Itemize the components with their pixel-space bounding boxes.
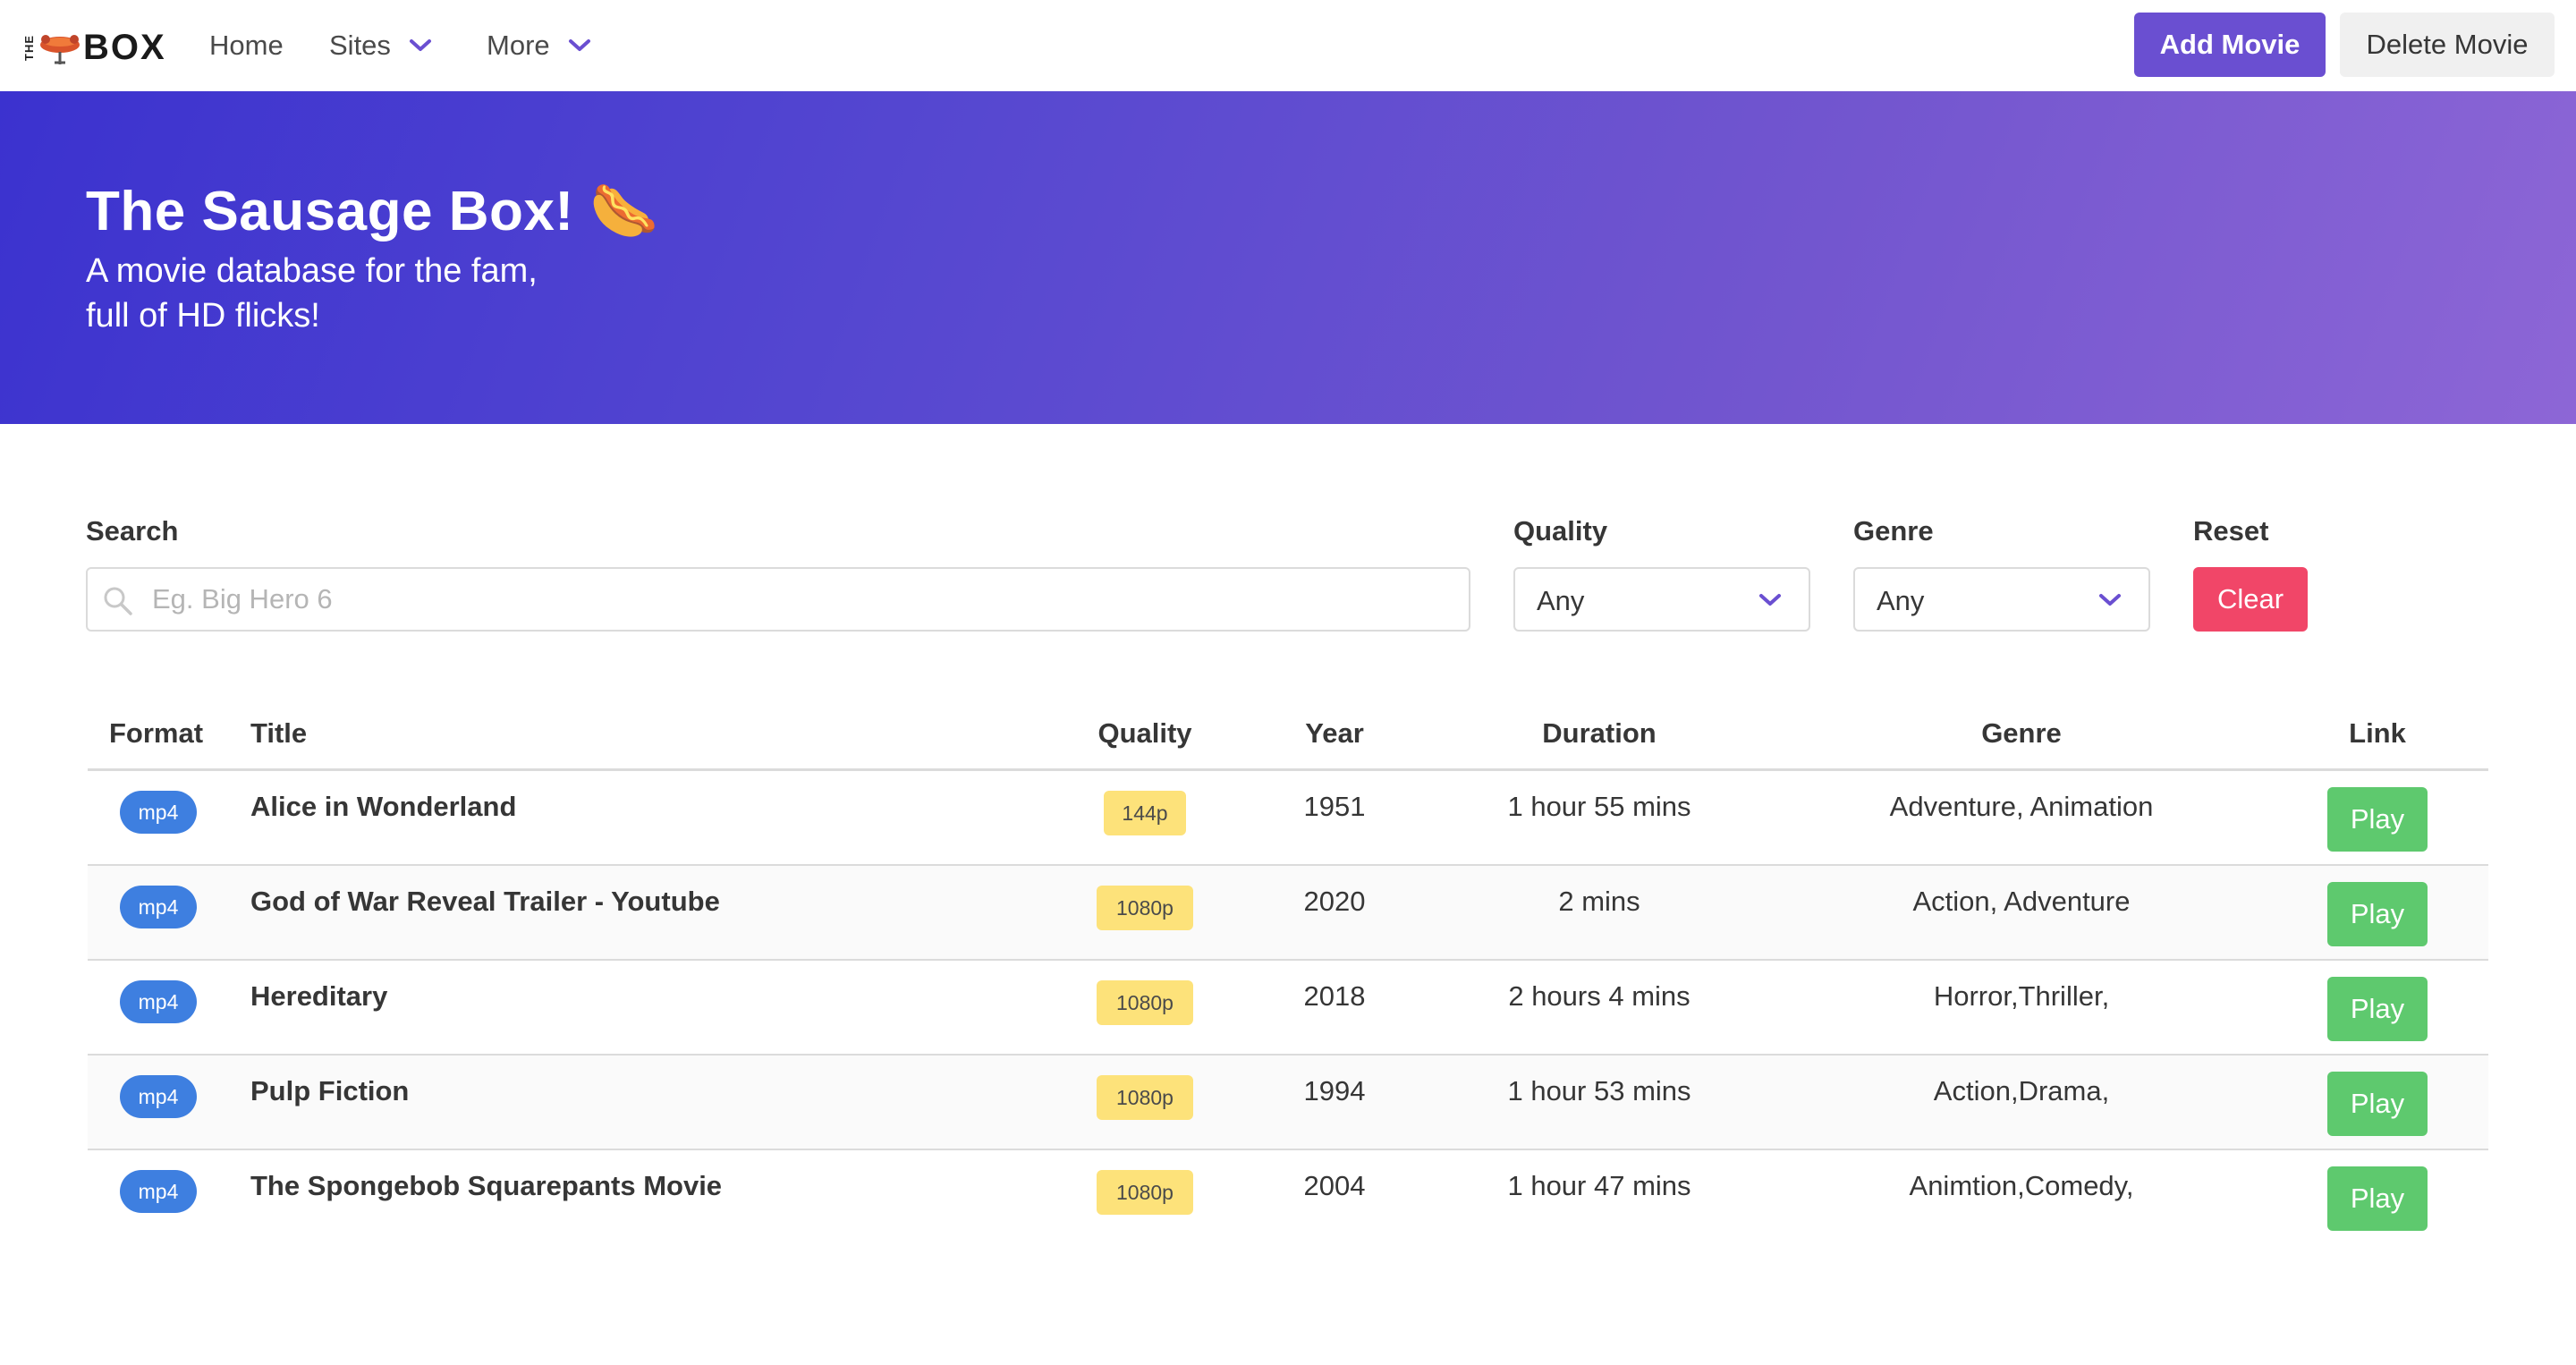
quality-select[interactable]: Any [1513, 567, 1810, 632]
header-format: Format [109, 717, 204, 749]
quality-select-value: Any [1537, 585, 1585, 616]
movie-year: 2020 [1303, 886, 1366, 917]
movie-title: The Spongebob Squarepants Movie [250, 1170, 723, 1201]
sausage-logo-icon [40, 35, 80, 64]
format-tag: mp4 [120, 1170, 197, 1213]
format-tag: mp4 [120, 1075, 197, 1118]
clear-button[interactable]: Clear [2193, 567, 2308, 632]
quality-tag: 1080p [1097, 886, 1193, 930]
hero-subtitle-line2: full of HD flicks! [86, 297, 320, 335]
movie-title: Hereditary [250, 980, 388, 1012]
quality-tag: 144p [1104, 791, 1186, 835]
movie-title: Alice in Wonderland [250, 791, 517, 822]
movie-year: 1994 [1303, 1075, 1366, 1106]
movie-duration: 1 hour 55 mins [1507, 791, 1691, 822]
movies-table: Format Title Quality Year Duration Genre… [88, 701, 2488, 1245]
movie-genre: Horror,Thriller, [1933, 980, 2110, 1012]
movie-genre: Action,Drama, [1933, 1075, 2110, 1106]
search-icon [104, 587, 132, 615]
play-button[interactable]: Play [2327, 977, 2428, 1041]
nav-sites-label: Sites [329, 30, 391, 61]
header-link: Link [2349, 717, 2406, 749]
quality-tag: 1080p [1097, 1075, 1193, 1120]
header-duration: Duration [1542, 717, 1657, 749]
table-row: mp4 The Spongebob Squarepants Movie 1080… [88, 1150, 2488, 1245]
nav-sites-dropdown[interactable]: Sites [329, 25, 432, 66]
movie-genre: Action, Adventure [1912, 886, 2131, 917]
table-row: mp4 Hereditary 1080p 2018 2 hours 4 mins… [88, 961, 2488, 1056]
chevron-down-icon [2099, 594, 2121, 606]
movie-title: God of War Reveal Trailer - Youtube [250, 886, 720, 917]
movie-genre: Animtion,Comedy, [1909, 1170, 2134, 1201]
search-input[interactable] [152, 569, 1404, 630]
table-row: mp4 Pulp Fiction 1080p 1994 1 hour 53 mi… [88, 1056, 2488, 1150]
movie-year: 2018 [1303, 980, 1366, 1012]
header-year: Year [1305, 717, 1364, 749]
format-tag: mp4 [120, 980, 197, 1023]
play-button[interactable]: Play [2327, 882, 2428, 946]
header-genre: Genre [1981, 717, 2062, 749]
chevron-down-icon [409, 39, 431, 51]
movie-title: Pulp Fiction [250, 1075, 410, 1106]
header-quality: Quality [1097, 717, 1192, 749]
delete-movie-button[interactable]: Delete Movie [2340, 13, 2555, 77]
quality-tag: 1080p [1097, 980, 1193, 1025]
play-button[interactable]: Play [2327, 1072, 2428, 1136]
nav-more-label: More [487, 30, 550, 61]
add-movie-button[interactable]: Add Movie [2134, 13, 2326, 77]
table-row: mp4 God of War Reveal Trailer - Youtube … [88, 866, 2488, 961]
movie-year: 2004 [1303, 1170, 1366, 1201]
movie-duration: 2 hours 4 mins [1508, 980, 1690, 1012]
format-tag: mp4 [120, 886, 197, 928]
top-navbar: THE BOX Home Sites More Add Movie Delete… [0, 0, 2576, 91]
play-button[interactable]: Play [2327, 787, 2428, 852]
header-title: Title [250, 717, 308, 749]
nav-more-dropdown[interactable]: More [487, 25, 591, 66]
movie-genre: Adventure, Animation [1889, 791, 2154, 822]
chevron-down-icon [568, 39, 590, 51]
nav-home[interactable]: Home [209, 25, 284, 66]
genre-select[interactable]: Any [1853, 567, 2150, 632]
movie-duration: 1 hour 53 mins [1507, 1075, 1691, 1106]
hero-banner: The Sausage Box! 🌭 A movie database for … [0, 91, 2576, 424]
genre-select-value: Any [1877, 585, 1925, 616]
table-row: mp4 Alice in Wonderland 144p 1951 1 hour… [88, 771, 2488, 866]
quality-tag: 1080p [1097, 1170, 1193, 1215]
brand-box-text: BOX [83, 27, 166, 67]
search-field [86, 567, 1470, 632]
play-button[interactable]: Play [2327, 1166, 2428, 1231]
quality-label: Quality [1513, 515, 1608, 547]
hero-subtitle-line1: A movie database for the fam, [86, 252, 538, 290]
brand-logo-link[interactable]: THE BOX [22, 25, 166, 70]
movie-duration: 1 hour 47 mins [1507, 1170, 1691, 1201]
genre-label: Genre [1853, 515, 1934, 547]
table-header: Format Title Quality Year Duration Genre… [88, 701, 2488, 771]
brand-the-text: THE [22, 34, 36, 61]
chevron-down-icon [1759, 594, 1781, 606]
reset-label: Reset [2193, 515, 2269, 547]
movie-year: 1951 [1303, 791, 1366, 822]
nav-home-label: Home [209, 30, 284, 61]
hero-subtitle: A movie database for the fam, full of HD… [86, 249, 623, 338]
format-tag: mp4 [120, 791, 197, 834]
movie-duration: 2 mins [1558, 886, 1640, 917]
hero-title: The Sausage Box! 🌭 [86, 181, 659, 242]
search-label: Search [86, 515, 179, 547]
